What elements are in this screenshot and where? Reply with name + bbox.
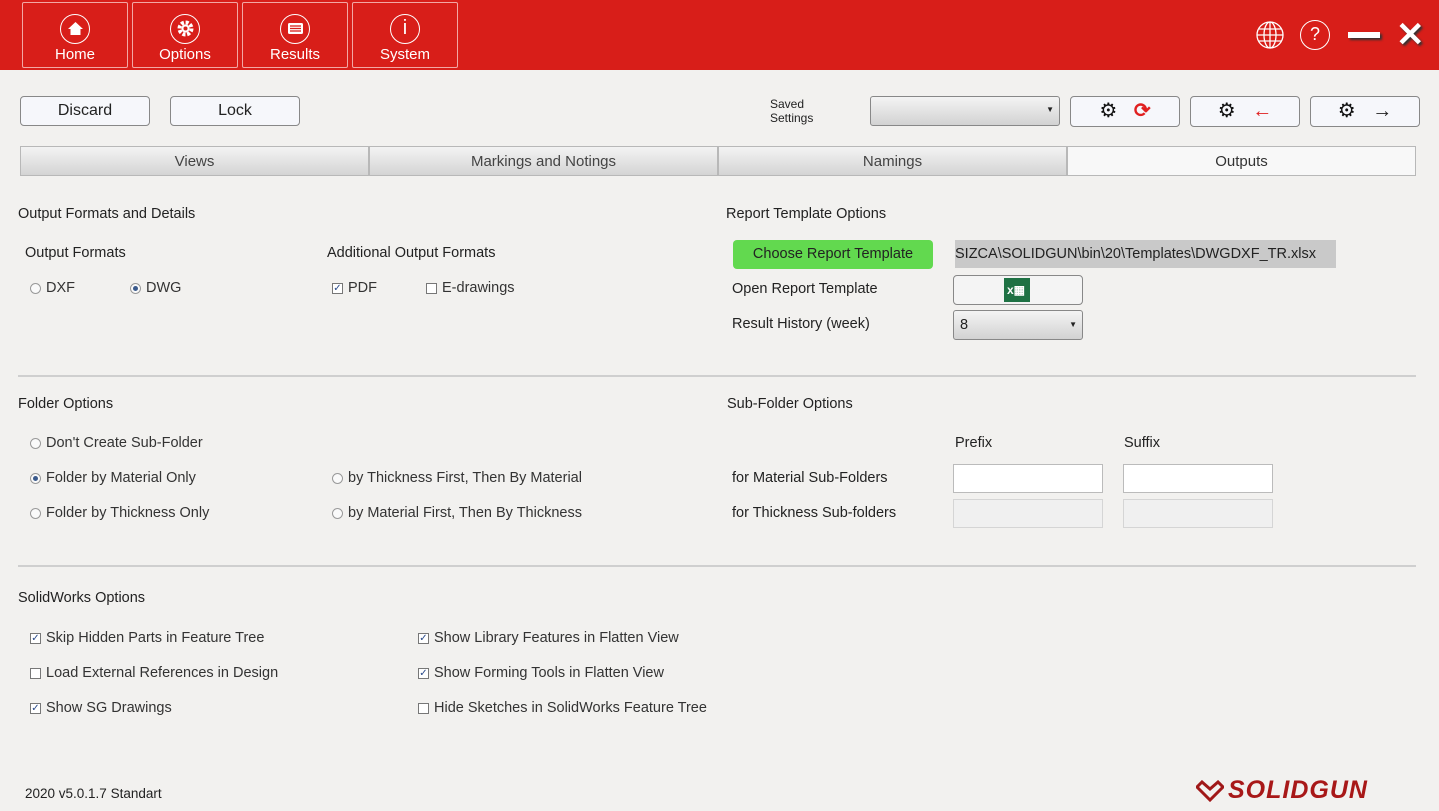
material-prefix-input[interactable] xyxy=(953,464,1103,493)
template-path-field[interactable]: SIZCA\SOLIDGUN\bin\20\Templates\DWGDXF_T… xyxy=(955,240,1336,268)
nav-system[interactable]: i System xyxy=(352,2,458,68)
close-icon[interactable]: ✕ xyxy=(1396,18,1425,52)
suffix-label: Suffix xyxy=(1124,435,1161,451)
divider xyxy=(18,565,1416,567)
output-formats-label: Output Formats xyxy=(25,245,126,261)
lock-button[interactable]: Lock xyxy=(170,96,300,126)
checkbox-load-external-refs[interactable]: Load External References in Design xyxy=(30,665,278,681)
version-label: 2020 v5.0.1.7 Standart xyxy=(25,786,162,801)
output-section-title: Output Formats and Details xyxy=(18,206,196,222)
material-suffix-input[interactable] xyxy=(1123,464,1273,493)
minimize-icon[interactable] xyxy=(1348,32,1380,38)
tab-markings[interactable]: Markings and Notings xyxy=(369,146,718,176)
thickness-suffix-input[interactable] xyxy=(1123,499,1273,528)
checkbox-skip-hidden-parts[interactable]: ✓ Skip Hidden Parts in Feature Tree xyxy=(30,630,264,646)
thickness-prefix-input[interactable] xyxy=(953,499,1103,528)
prefix-label: Prefix xyxy=(955,435,993,451)
result-history-dropdown[interactable]: 8 ▼ xyxy=(953,310,1083,340)
tab-namings[interactable]: Namings xyxy=(718,146,1067,176)
checkbox-show-sg-drawings[interactable]: ✓ Show SG Drawings xyxy=(30,700,172,716)
radio-thickness-then-material[interactable]: by Thickness First, Then By Material xyxy=(332,470,582,486)
radio-material-then-thickness[interactable]: by Material First, Then By Thickness xyxy=(332,505,582,521)
solidgun-logo: SOLIDGUN xyxy=(1196,776,1368,805)
reload-settings-button[interactable]: ⚙ ⟳ xyxy=(1070,96,1180,127)
radio-folder-thickness[interactable]: Folder by Thickness Only xyxy=(30,505,209,521)
chevron-down-icon: ▼ xyxy=(1069,320,1077,329)
result-history-label: Result History (week) xyxy=(732,316,870,332)
gear-icon: ⚙ xyxy=(1217,100,1236,122)
tab-views[interactable]: Views xyxy=(20,146,369,176)
divider xyxy=(18,375,1416,377)
nav-results[interactable]: Results xyxy=(242,2,348,68)
arrow-left-icon: ← xyxy=(1252,100,1273,122)
folder-section-title: Folder Options xyxy=(18,396,114,412)
info-icon: i xyxy=(390,14,420,44)
globe-icon[interactable] xyxy=(1255,20,1285,54)
header-bar: Home Options Results i System ? ✕ xyxy=(0,0,1439,70)
saved-settings-label: Saved Settings xyxy=(770,97,814,125)
discard-button[interactable]: Discard xyxy=(20,96,150,126)
help-icon[interactable]: ? xyxy=(1300,20,1330,50)
solidworks-section-title: SolidWorks Options xyxy=(18,590,146,606)
list-icon xyxy=(280,14,310,44)
import-settings-button[interactable]: ⚙ ← xyxy=(1190,96,1300,127)
saved-settings-dropdown[interactable]: ▼ xyxy=(870,96,1060,126)
export-settings-button[interactable]: ⚙ → xyxy=(1310,96,1420,127)
arrow-right-icon: → xyxy=(1372,100,1393,122)
checkbox-show-library-features[interactable]: ✓ Show Library Features in Flatten View xyxy=(418,630,679,646)
excel-icon: x▦ xyxy=(1004,278,1030,302)
material-subfolder-label: for Material Sub-Folders xyxy=(732,470,888,486)
checkbox-show-forming-tools[interactable]: ✓ Show Forming Tools in Flatten View xyxy=(418,665,664,681)
additional-formats-label: Additional Output Formats xyxy=(327,245,496,261)
gear-icon: ⚙ xyxy=(1099,100,1118,122)
checkbox-hide-sketches[interactable]: Hide Sketches in SolidWorks Feature Tree xyxy=(418,700,707,716)
open-report-template-label: Open Report Template xyxy=(732,281,878,297)
refresh-icon: ⟳ xyxy=(1133,100,1151,122)
open-report-template-button[interactable]: x▦ xyxy=(953,275,1083,305)
subfolder-section-title: Sub-Folder Options xyxy=(727,396,853,412)
gear-icon: ⚙ xyxy=(1337,100,1356,122)
choose-report-template-button[interactable]: Choose Report Template xyxy=(733,240,933,269)
logo-mark-icon xyxy=(1196,779,1224,802)
home-icon xyxy=(60,14,90,44)
radio-dwg[interactable]: DWG xyxy=(130,280,181,296)
tab-outputs[interactable]: Outputs xyxy=(1067,146,1416,176)
nav-options[interactable]: Options xyxy=(132,2,238,68)
checkbox-pdf[interactable]: ✓ PDF xyxy=(332,280,377,296)
nav-home[interactable]: Home xyxy=(22,2,128,68)
radio-dxf[interactable]: DXF xyxy=(30,280,75,296)
chevron-down-icon: ▼ xyxy=(1046,105,1054,114)
radio-folder-material[interactable]: Folder by Material Only xyxy=(30,470,196,486)
checkbox-edrawings[interactable]: E-drawings xyxy=(426,280,515,296)
gear-icon xyxy=(170,14,200,44)
report-section-title: Report Template Options xyxy=(726,206,887,222)
thickness-subfolder-label: for Thickness Sub-folders xyxy=(732,505,897,521)
radio-no-subfolder[interactable]: Don't Create Sub-Folder xyxy=(30,435,203,451)
